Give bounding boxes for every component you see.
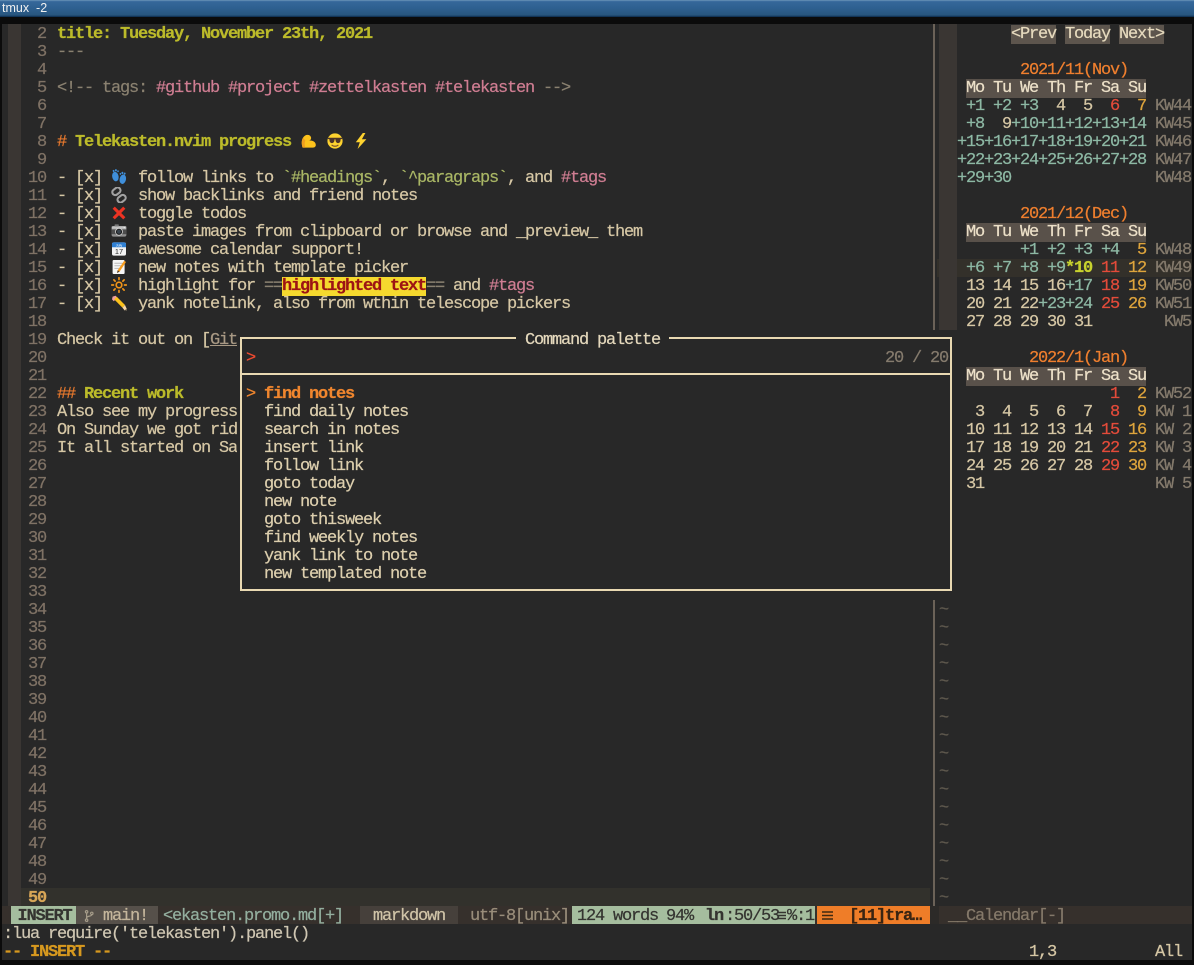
svg-text:17: 17 — [115, 247, 123, 256]
